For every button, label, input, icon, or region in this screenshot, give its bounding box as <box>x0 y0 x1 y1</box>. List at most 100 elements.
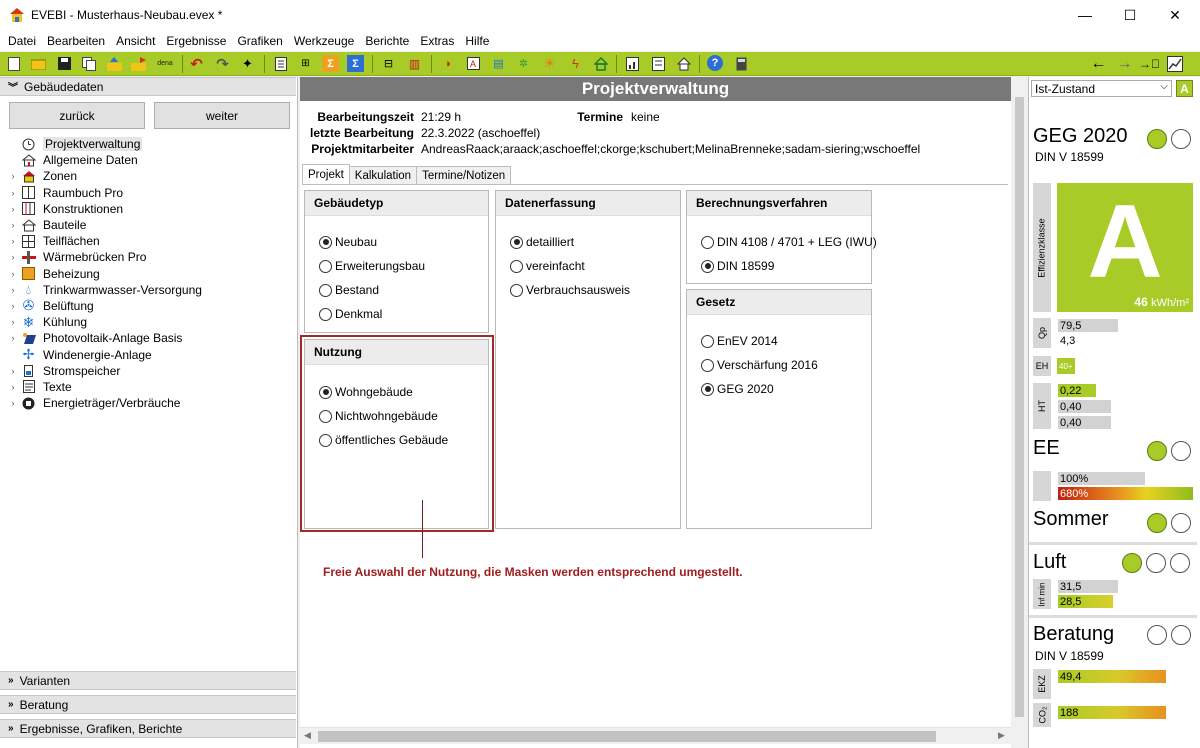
tab-kalkulation[interactable]: Kalkulation <box>348 166 418 185</box>
sum-icon[interactable]: Σ <box>322 55 339 72</box>
menu-extras[interactable]: Extras <box>416 34 461 48</box>
tree-item-allgemeine-daten[interactable]: Allgemeine Daten <box>6 152 202 168</box>
export-icon[interactable] <box>130 55 147 72</box>
chart-a-icon[interactable]: A <box>465 55 482 72</box>
tree-item-bauteile[interactable]: › Bauteile <box>6 217 202 233</box>
tree-item-raumbuch-pro[interactable]: › Raumbuch Pro <box>6 185 202 201</box>
radio-bestand[interactable]: Bestand <box>319 283 379 297</box>
maximize-button[interactable]: ☐ <box>1107 0 1153 30</box>
chart-bars-icon[interactable]: ▤ <box>490 55 507 72</box>
radio-detailliert[interactable]: detailliert <box>510 235 574 249</box>
jump-end-icon[interactable]: →⃒ <box>1139 55 1160 72</box>
document-icon[interactable] <box>272 55 289 72</box>
chevron-right-icon[interactable]: › <box>6 317 20 327</box>
import-icon[interactable] <box>106 55 123 72</box>
structure-icon[interactable]: ⊟ <box>380 55 397 72</box>
radio-din-4108[interactable]: DIN 4108 / 4701 + LEG (IWU) <box>701 235 877 249</box>
menu-ansicht[interactable]: Ansicht <box>112 34 162 48</box>
sum-blue-icon[interactable]: Σ <box>347 55 364 72</box>
menu-werkzeuge[interactable]: Werkzeuge <box>290 34 361 48</box>
chevron-right-icon[interactable]: › <box>6 333 20 343</box>
menu-bearbeiten[interactable]: Bearbeiten <box>43 34 112 48</box>
magic-wand-icon[interactable]: ✦ <box>239 55 256 72</box>
radio-verschaerfung-2016[interactable]: Verschärfung 2016 <box>701 358 818 372</box>
calculator-icon[interactable] <box>733 55 750 72</box>
menu-hilfe[interactable]: Hilfe <box>461 34 496 48</box>
chevron-right-icon[interactable]: › <box>6 398 20 408</box>
radio-geg-2020[interactable]: GEG 2020 <box>701 382 774 396</box>
open-folder-icon[interactable] <box>30 55 47 72</box>
back-button[interactable]: zurück <box>9 102 145 129</box>
tree-item-teilflaechen[interactable]: › Teilflächen <box>6 233 202 249</box>
redo-icon[interactable]: ↷ <box>214 55 231 73</box>
tree-item-zonen[interactable]: › Zonen <box>6 168 202 184</box>
sun-icon[interactable]: ☀ <box>541 55 558 72</box>
radio-neubau[interactable]: Neubau <box>319 235 377 249</box>
scrollbar-thumb[interactable] <box>318 731 936 742</box>
menu-grafiken[interactable]: Grafiken <box>233 34 289 48</box>
tree-item-belueftung[interactable]: › ✇ Belüftung <box>6 297 202 314</box>
menu-datei[interactable]: Datei <box>4 34 43 48</box>
radio-vereinfacht[interactable]: vereinfacht <box>510 259 585 273</box>
tree-item-kuehlung[interactable]: › ❄ Kühlung <box>6 314 202 330</box>
save-icon[interactable] <box>56 55 73 72</box>
tree-item-windenergie[interactable]: ✢ Windenergie-Anlage <box>6 346 202 362</box>
radio-denkmal[interactable]: Denkmal <box>319 307 382 321</box>
arrow-right-icon[interactable]: → <box>1116 55 1133 72</box>
chevron-right-icon[interactable]: › <box>6 269 20 279</box>
vertical-scrollbar[interactable] <box>1011 77 1028 748</box>
chevron-right-icon[interactable]: › <box>6 171 20 181</box>
cap-icon[interactable]: ◗ <box>440 55 457 72</box>
wall-icon[interactable]: ▥ <box>406 55 423 72</box>
green-house-icon[interactable] <box>592 55 609 72</box>
arrow-left-icon[interactable]: ← <box>1090 55 1107 72</box>
tab-projekt[interactable]: Projekt <box>302 164 350 184</box>
chevron-right-icon[interactable]: › <box>6 366 20 376</box>
chart-trend-icon[interactable] <box>1166 55 1183 72</box>
chevron-right-icon[interactable]: › <box>6 220 20 230</box>
hierarchy-icon[interactable]: ⊞ <box>297 55 314 72</box>
class-badge[interactable]: A <box>1176 80 1193 97</box>
menu-berichte[interactable]: Berichte <box>361 34 416 48</box>
copy-icon[interactable] <box>80 55 97 72</box>
radio-erweiterungsbau[interactable]: Erweiterungsbau <box>319 259 425 273</box>
tree-item-beheizung[interactable]: › Beheizung <box>6 266 202 282</box>
undo-icon[interactable]: ↶ <box>188 55 205 73</box>
chevron-right-icon[interactable]: › <box>6 382 20 392</box>
tree-item-trinkwarmwasser[interactable]: › 💧︎ Trinkwarmwasser-Versorgung <box>6 282 202 298</box>
radio-din-18599[interactable]: DIN 18599 <box>701 259 774 273</box>
section-ergebnisse[interactable]: » Ergebnisse, Grafiken, Berichte <box>0 719 296 738</box>
menu-ergebnisse[interactable]: Ergebnisse <box>162 34 233 48</box>
chevron-right-icon[interactable]: › <box>6 252 20 262</box>
report-list-icon[interactable] <box>650 55 667 72</box>
tree-item-energietraeger[interactable]: › Energieträger/Verbräuche <box>6 395 202 411</box>
tree-item-konstruktionen[interactable]: › Konstruktionen <box>6 201 202 217</box>
help-icon[interactable]: ? <box>707 55 723 71</box>
next-button[interactable]: weiter <box>154 102 290 129</box>
section-varianten[interactable]: » Varianten <box>0 671 296 690</box>
radio-enev-2014[interactable]: EnEV 2014 <box>701 334 778 348</box>
network-icon[interactable]: ✲ <box>515 55 532 72</box>
state-select[interactable]: Ist-Zustand ⌵ <box>1031 80 1172 97</box>
house-report-icon[interactable] <box>675 55 692 72</box>
horizontal-scrollbar[interactable]: ◀ ▶ <box>300 727 1011 744</box>
scroll-right-icon[interactable]: ▶ <box>998 730 1005 741</box>
tree-item-waermebruecken-pro[interactable]: › Wärmebrücken Pro <box>6 249 202 265</box>
new-file-icon[interactable] <box>5 55 22 72</box>
minimize-button[interactable]: — <box>1062 0 1108 30</box>
lightning-icon[interactable]: ϟ <box>567 55 584 72</box>
scrollbar-thumb[interactable] <box>1015 97 1024 717</box>
report-icon[interactable] <box>624 55 641 72</box>
section-beratung[interactable]: » Beratung <box>0 695 296 714</box>
dena-icon[interactable]: dena <box>154 55 176 72</box>
tab-termine-notizen[interactable]: Termine/Notizen <box>416 166 512 185</box>
chevron-right-icon[interactable]: › <box>6 301 20 311</box>
section-gebaeudedaten[interactable]: ︾ Gebäudedaten <box>0 77 296 96</box>
tree-item-projektverwaltung[interactable]: Projektverwaltung <box>6 136 202 152</box>
scroll-left-icon[interactable]: ◀ <box>304 730 311 741</box>
tree-item-stromspeicher[interactable]: › Stromspeicher <box>6 363 202 379</box>
tree-item-photovoltaik[interactable]: › Photovoltaik-Anlage Basis <box>6 330 202 346</box>
chevron-right-icon[interactable]: › <box>6 285 20 295</box>
radio-verbrauchsausweis[interactable]: Verbrauchsausweis <box>510 283 630 297</box>
close-button[interactable]: ✕ <box>1152 0 1198 30</box>
